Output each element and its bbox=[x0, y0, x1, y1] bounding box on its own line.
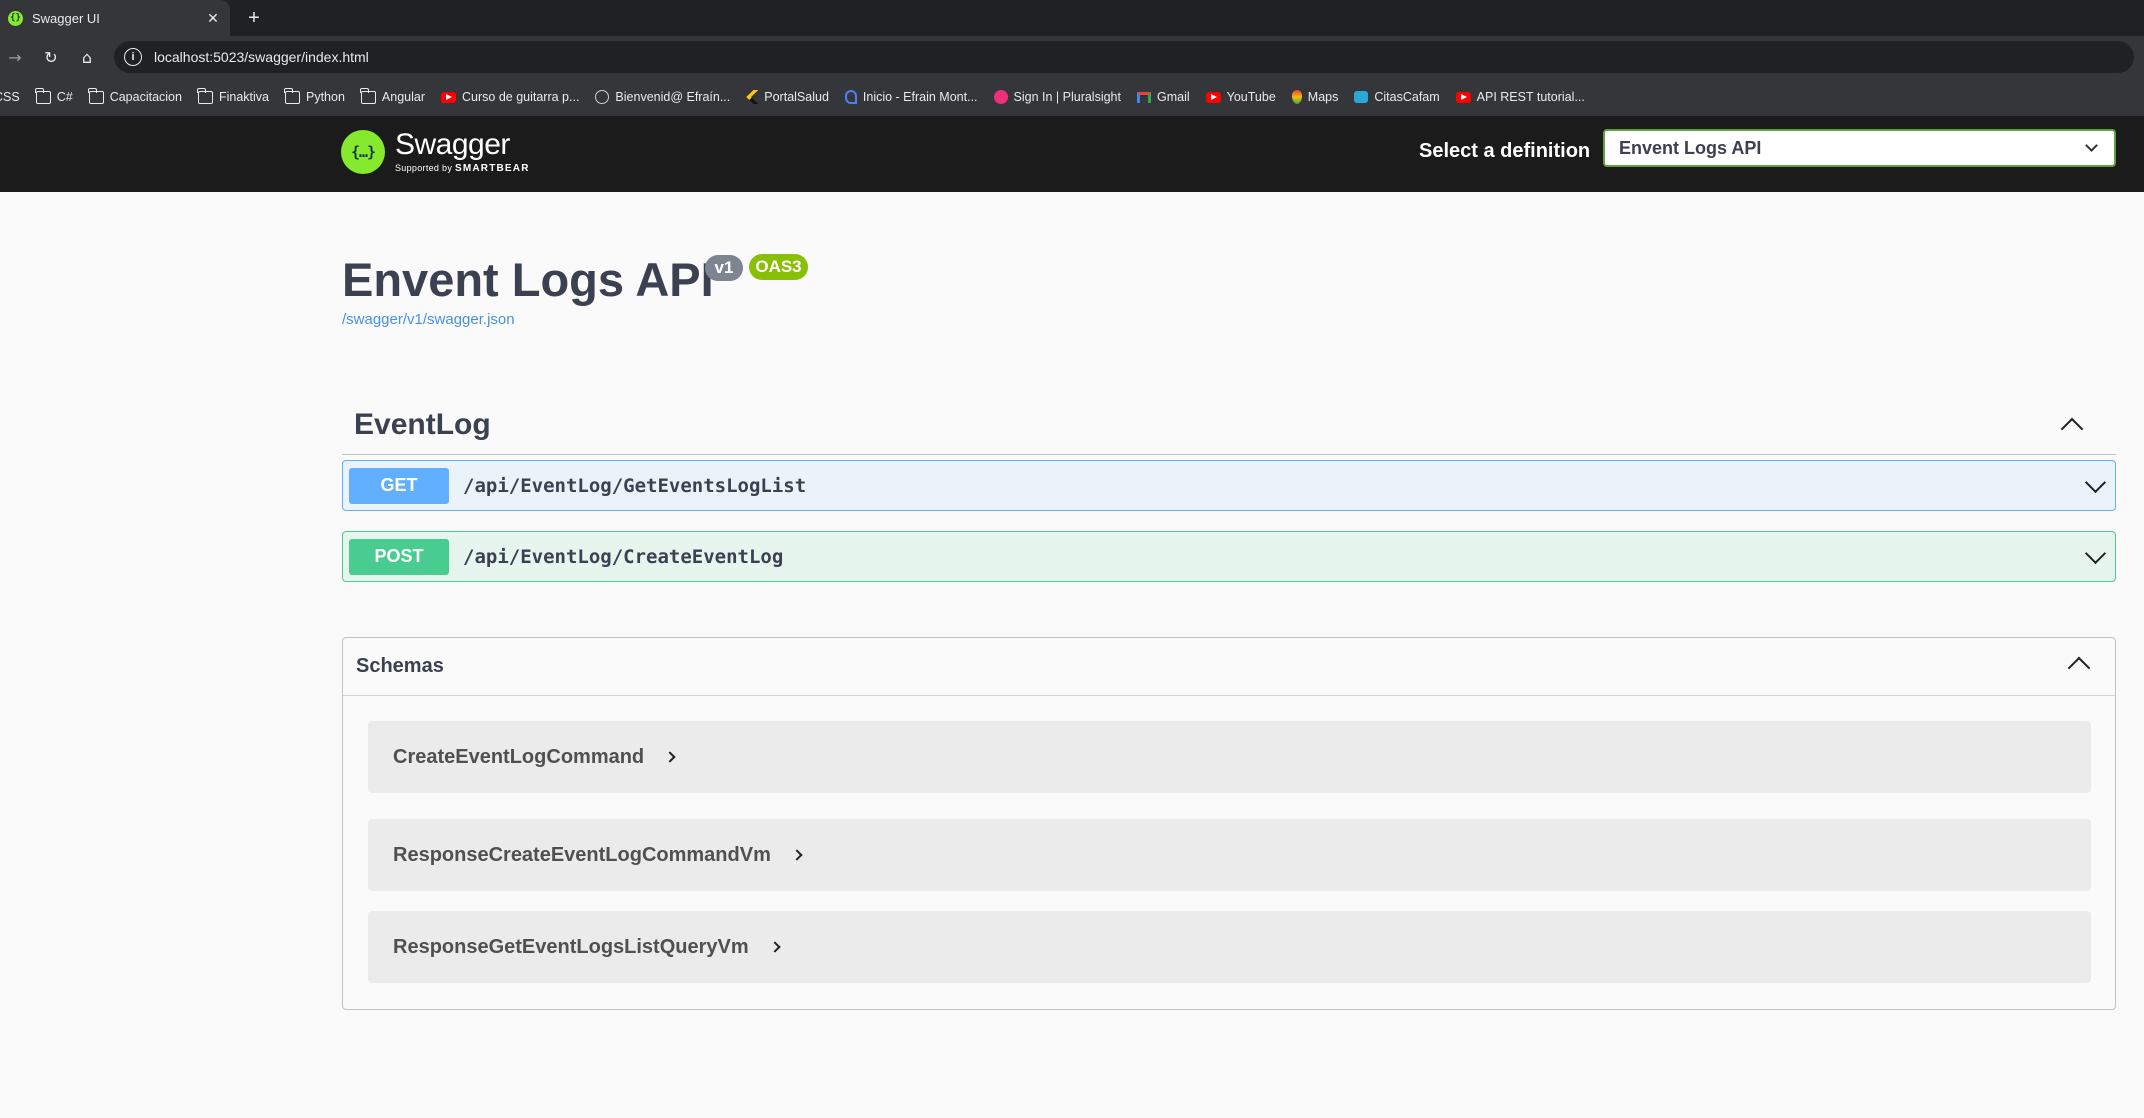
tab-title: Swagger UI bbox=[32, 10, 100, 26]
folder-icon bbox=[35, 87, 51, 104]
url-text[interactable]: localhost:5023/swagger/index.html bbox=[154, 49, 369, 65]
bookmark-label: Angular bbox=[381, 90, 425, 104]
ps-icon bbox=[993, 90, 1008, 104]
bookmark-item[interactable]: Python bbox=[284, 87, 345, 104]
model-name: CreateEventLogCommand bbox=[393, 745, 645, 768]
folder-icon bbox=[88, 87, 104, 104]
browser-toolbar: → ↻ ⌂ i localhost:5023/swagger/index.htm… bbox=[0, 36, 2144, 78]
chevron-down-icon[interactable] bbox=[2084, 471, 2107, 494]
address-bar[interactable]: i localhost:5023/swagger/index.html bbox=[114, 41, 2134, 73]
browser-tab[interactable]: {} Swagger UI ✕ bbox=[0, 0, 230, 36]
bookmark-label: Python bbox=[305, 90, 345, 104]
bookmark-item[interactable]: CitasCafam bbox=[1354, 90, 1440, 104]
bookmark-item[interactable]: Curso de guitarra p... bbox=[441, 90, 579, 104]
operation-path: /api/EventLog/GetEventsLogList bbox=[463, 474, 807, 497]
yt-icon bbox=[441, 91, 456, 103]
schema-model[interactable]: ResponseGetEventLogsListQueryVm bbox=[368, 911, 2091, 983]
chevron-right-icon bbox=[791, 849, 803, 861]
logo-subtitle: Supported by SMARTBEAR bbox=[395, 163, 530, 174]
gm-icon bbox=[1137, 91, 1151, 103]
bookmark-label: API REST tutorial... bbox=[1476, 90, 1585, 104]
method-badge: GET bbox=[349, 467, 449, 504]
bookmark-item[interactable]: Finaktiva bbox=[197, 87, 269, 104]
bookmark-label: C# bbox=[56, 90, 73, 104]
bookmark-label: Capacitacion bbox=[109, 90, 182, 104]
bookmarks-bar: CSS C# Capacitacion Finaktiva Python Angular C… bbox=[0, 78, 2144, 116]
bookmark-item[interactable]: Capacitacion bbox=[88, 87, 182, 104]
bookmark-item[interactable]: Inicio - Efrain Mont... bbox=[844, 90, 978, 104]
method-badge: POST bbox=[349, 538, 449, 575]
swagger-logo[interactable]: {…} Swagger Supported by SMARTBEAR bbox=[341, 130, 530, 174]
citas-icon bbox=[1354, 91, 1369, 103]
definition-selected-value: Envent Logs API bbox=[1619, 137, 1762, 158]
schema-model[interactable]: CreateEventLogCommand bbox=[368, 721, 2091, 793]
yt-icon bbox=[1205, 91, 1221, 103]
schemas-header[interactable]: Schemas bbox=[343, 638, 2115, 696]
tag-section-eventlog: EventLog GET /api/EventLog/GetEventsLogL… bbox=[342, 395, 2116, 582]
version-badge: v1 bbox=[705, 255, 743, 281]
bookmark-item[interactable]: PortalSalud bbox=[746, 90, 829, 104]
oas-badge: OAS3 bbox=[749, 254, 808, 280]
chevron-right-icon bbox=[664, 751, 676, 763]
bookmark-item[interactable]: Gmail bbox=[1137, 90, 1190, 104]
chevron-down-icon bbox=[2085, 139, 2098, 152]
forward-icon[interactable]: → bbox=[2, 44, 28, 70]
operation-get[interactable]: GET /api/EventLog/GetEventsLogList bbox=[342, 460, 2116, 511]
browser-tab-strip: {} Swagger UI ✕ + bbox=[0, 0, 2144, 36]
home-icon[interactable]: ⌂ bbox=[74, 44, 100, 70]
bookmark-item[interactable]: Bienvenid@ Efraín... bbox=[595, 90, 730, 104]
bookmark-label: Curso de guitarra p... bbox=[462, 90, 580, 104]
close-tab-icon[interactable]: ✕ bbox=[202, 10, 224, 27]
swagger-topbar: {…} Swagger Supported by SMARTBEAR Selec… bbox=[0, 116, 2144, 192]
operation-post[interactable]: POST /api/EventLog/CreateEventLog bbox=[342, 531, 2116, 582]
logo-name: Swagger bbox=[395, 128, 510, 161]
bookmark-item[interactable]: CSS bbox=[0, 90, 20, 104]
bookmark-item[interactable]: YouTube bbox=[1205, 90, 1276, 104]
tag-name: EventLog bbox=[354, 407, 491, 441]
schemas-section: Schemas CreateEventLogCommand ResponseCr… bbox=[342, 637, 2116, 1010]
folder-icon bbox=[284, 87, 300, 104]
schemas-title: Schemas bbox=[356, 655, 444, 677]
tag-header[interactable]: EventLog bbox=[342, 395, 2116, 455]
helix-icon bbox=[844, 90, 857, 104]
model-name: ResponseCreateEventLogCommandVm bbox=[393, 843, 771, 866]
chevron-down-icon[interactable] bbox=[2084, 542, 2107, 565]
chevron-right-icon bbox=[768, 941, 781, 953]
bookmark-label: CitasCafam bbox=[1374, 90, 1440, 104]
chevron-up-icon[interactable] bbox=[2067, 656, 2091, 680]
folder-icon bbox=[360, 87, 376, 104]
chevron-up-icon[interactable] bbox=[2060, 417, 2084, 441]
bookmark-label: CSS bbox=[0, 90, 20, 104]
bookmark-label: PortalSalud bbox=[764, 90, 829, 104]
api-title: Envent Logs API bbox=[342, 253, 714, 306]
bookmark-item[interactable]: Sign In | Pluralsight bbox=[993, 90, 1121, 104]
spec-json-link[interactable]: /swagger/v1/swagger.json bbox=[342, 311, 515, 328]
folder-icon bbox=[197, 87, 213, 104]
bookmark-item[interactable]: Angular bbox=[360, 87, 425, 104]
bookmark-item[interactable]: Maps bbox=[1291, 90, 1339, 104]
site-info-icon[interactable]: i bbox=[124, 48, 142, 66]
bookmark-label: Maps bbox=[1307, 90, 1339, 104]
yt-icon bbox=[1455, 91, 1471, 103]
reload-icon[interactable]: ↻ bbox=[38, 44, 64, 70]
new-tab-button[interactable]: + bbox=[240, 4, 268, 32]
definition-select[interactable]: Envent Logs API bbox=[1603, 129, 2116, 167]
globe-icon bbox=[595, 90, 610, 104]
model-name: ResponseGetEventLogsListQueryVm bbox=[393, 935, 749, 958]
map-icon bbox=[1291, 90, 1302, 104]
bookmark-label: YouTube bbox=[1226, 90, 1276, 104]
bookmark-item[interactable]: API REST tutorial... bbox=[1455, 90, 1585, 104]
swagger-logo-icon: {…} bbox=[341, 130, 385, 174]
swagger-favicon-icon: {} bbox=[8, 10, 23, 26]
operation-path: /api/EventLog/CreateEventLog bbox=[463, 545, 784, 568]
bookmark-label: Finaktiva bbox=[218, 90, 269, 104]
bookmark-item[interactable]: C# bbox=[35, 87, 73, 104]
bookmark-label: Sign In | Pluralsight bbox=[1013, 90, 1121, 104]
bookmark-label: Inicio - Efrain Mont... bbox=[862, 90, 978, 104]
bookmark-label: Bienvenid@ Efraín... bbox=[615, 90, 731, 104]
chev-icon bbox=[746, 90, 759, 104]
schema-model[interactable]: ResponseCreateEventLogCommandVm bbox=[368, 819, 2091, 891]
bookmark-label: Gmail bbox=[1157, 90, 1190, 104]
definition-label: Select a definition bbox=[1419, 140, 1591, 162]
